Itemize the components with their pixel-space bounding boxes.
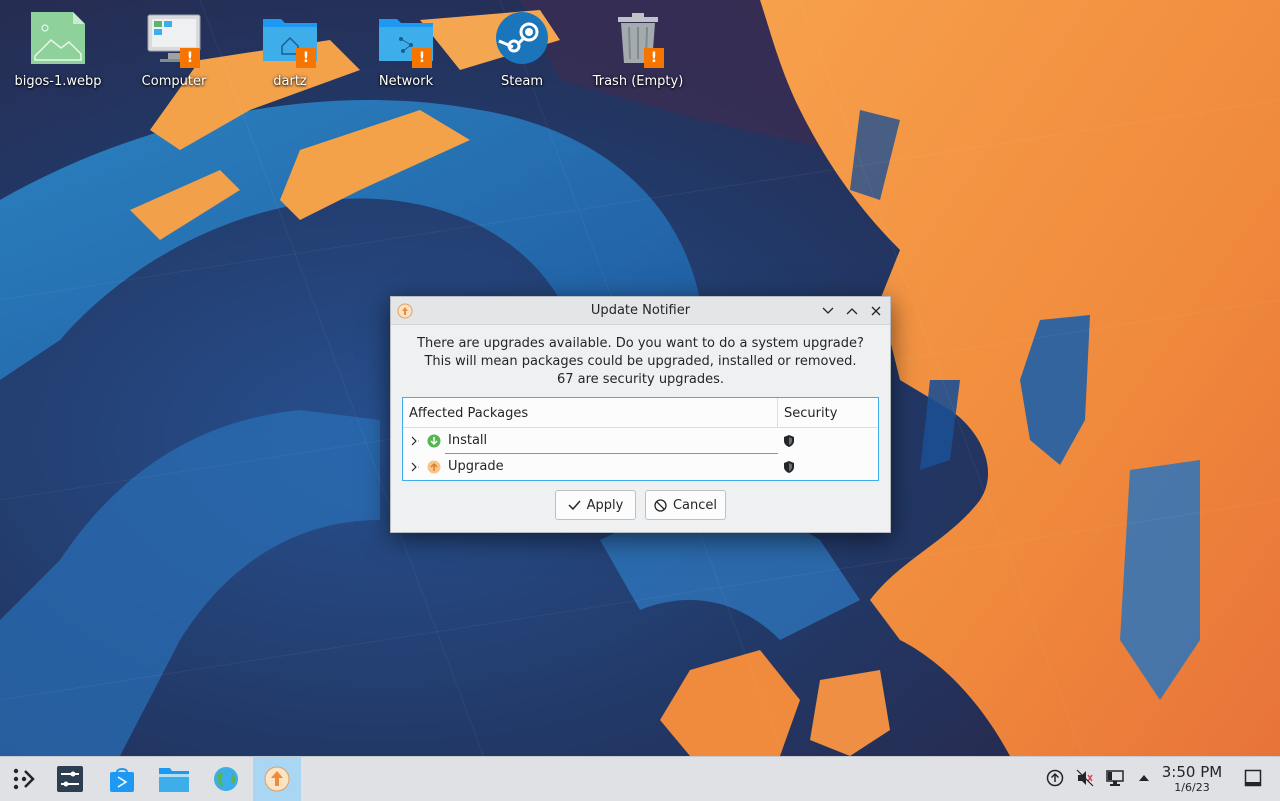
desktop-icon-bigos[interactable]: bigos-1.webp xyxy=(2,8,114,104)
taskbar-panel: 3:50 PM 1/6/23 xyxy=(0,756,1280,801)
discover-store-icon xyxy=(110,768,134,792)
tree-row-upgrade[interactable]: Upgrade xyxy=(403,454,878,480)
close-icon xyxy=(871,306,881,316)
row-label: Install xyxy=(448,433,488,448)
security-shield-icon xyxy=(784,435,794,447)
desktop-icon-label: Steam xyxy=(501,74,543,89)
cancel-button[interactable]: Cancel xyxy=(645,490,726,520)
row-label: Upgrade xyxy=(448,459,504,474)
upgrade-arrow-icon xyxy=(427,460,441,474)
cancel-circle-icon xyxy=(654,498,667,512)
update-notifier-icon xyxy=(264,766,290,792)
update-notifier-dialog: Update Notifier There are upgrades avail… xyxy=(390,296,891,533)
dialog-title: Update Notifier xyxy=(590,303,691,318)
network-folder-icon: ! xyxy=(376,8,436,68)
chevron-up-icon xyxy=(846,308,858,315)
computer-icon: ! xyxy=(144,8,204,68)
desktop-icon-trash[interactable]: ! Trash (Empty) xyxy=(582,8,694,104)
taskbar-browser[interactable] xyxy=(202,757,250,801)
tray-expand-button[interactable] xyxy=(1133,767,1155,789)
taskbar-dolphin[interactable] xyxy=(150,757,198,801)
checkmark-icon xyxy=(568,500,581,510)
tree-row-install[interactable]: Install xyxy=(403,428,878,454)
expand-chevron-icon[interactable] xyxy=(409,461,421,473)
network-wired-icon xyxy=(1106,770,1124,786)
web-browser-icon xyxy=(214,767,238,791)
update-available-icon xyxy=(1046,769,1064,787)
volume-muted-icon xyxy=(1076,769,1094,787)
clock-time: 3:50 PM xyxy=(1161,763,1223,781)
dolphin-files-icon xyxy=(159,768,189,792)
cancel-button-label: Cancel xyxy=(672,497,718,513)
show-desktop-button[interactable] xyxy=(1242,767,1264,789)
warning-badge-icon: ! xyxy=(296,48,316,68)
install-arrow-icon xyxy=(427,434,441,448)
clock-date: 1/6/23 xyxy=(1174,781,1210,794)
desktop-icon-label: Trash (Empty) xyxy=(592,74,684,89)
maximize-button[interactable] xyxy=(842,301,862,321)
desktop-icon-computer[interactable]: ! Computer xyxy=(118,8,230,104)
tray-expand-icon xyxy=(1139,775,1149,781)
tray-volume[interactable] xyxy=(1074,767,1096,789)
desktop-icon-label: bigos-1.webp xyxy=(14,74,102,89)
security-shield-icon xyxy=(784,461,794,473)
desktop-icon-label: Network xyxy=(378,74,434,89)
apply-button[interactable]: Apply xyxy=(555,490,636,520)
image-file-icon xyxy=(28,8,88,68)
column-header-security[interactable]: Security xyxy=(784,406,837,421)
desktop-icon-dartz[interactable]: ! dartz xyxy=(234,8,346,104)
warning-badge-icon: ! xyxy=(644,48,664,68)
message-line: There are upgrades available. Do you wan… xyxy=(417,336,864,351)
tray-network[interactable] xyxy=(1104,767,1126,789)
desktop-icon-label: Computer xyxy=(141,74,207,89)
close-button[interactable] xyxy=(866,301,886,321)
steam-icon xyxy=(492,8,552,68)
chevron-down-icon xyxy=(822,307,834,314)
taskbar-update-notifier[interactable] xyxy=(253,757,301,801)
warning-badge-icon: ! xyxy=(180,48,200,68)
system-settings-icon xyxy=(57,766,83,792)
warning-badge-icon: ! xyxy=(412,48,432,68)
desktop-icon-network[interactable]: ! Network xyxy=(350,8,462,104)
tray-updates[interactable] xyxy=(1044,767,1066,789)
apply-button-label: Apply xyxy=(586,497,624,513)
message-line: This will mean packages could be upgrade… xyxy=(424,354,857,369)
minimize-button[interactable] xyxy=(818,301,838,321)
expand-chevron-icon[interactable] xyxy=(409,435,421,447)
column-divider xyxy=(777,398,778,427)
application-launcher-icon xyxy=(13,768,35,790)
digital-clock[interactable]: 3:50 PM 1/6/23 xyxy=(1156,763,1228,795)
tree-header: Affected Packages Security xyxy=(403,398,878,428)
desktop-icon-steam[interactable]: Steam xyxy=(466,8,578,104)
message-line: 67 are security upgrades. xyxy=(556,372,725,387)
desktop-icon-label: dartz xyxy=(273,74,307,89)
affected-packages-tree[interactable]: Affected Packages Security Install Upgra… xyxy=(402,397,879,481)
dialog-message: There are upgrades available. Do you wan… xyxy=(391,335,890,389)
taskbar-settings[interactable] xyxy=(46,757,94,801)
dialog-titlebar[interactable]: Update Notifier xyxy=(391,297,890,325)
home-folder-icon: ! xyxy=(260,8,320,68)
taskbar-discover[interactable] xyxy=(98,757,146,801)
show-desktop-icon xyxy=(1244,769,1262,787)
trash-icon: ! xyxy=(608,8,668,68)
application-launcher-button[interactable] xyxy=(0,757,48,801)
column-header-packages[interactable]: Affected Packages xyxy=(409,406,528,421)
